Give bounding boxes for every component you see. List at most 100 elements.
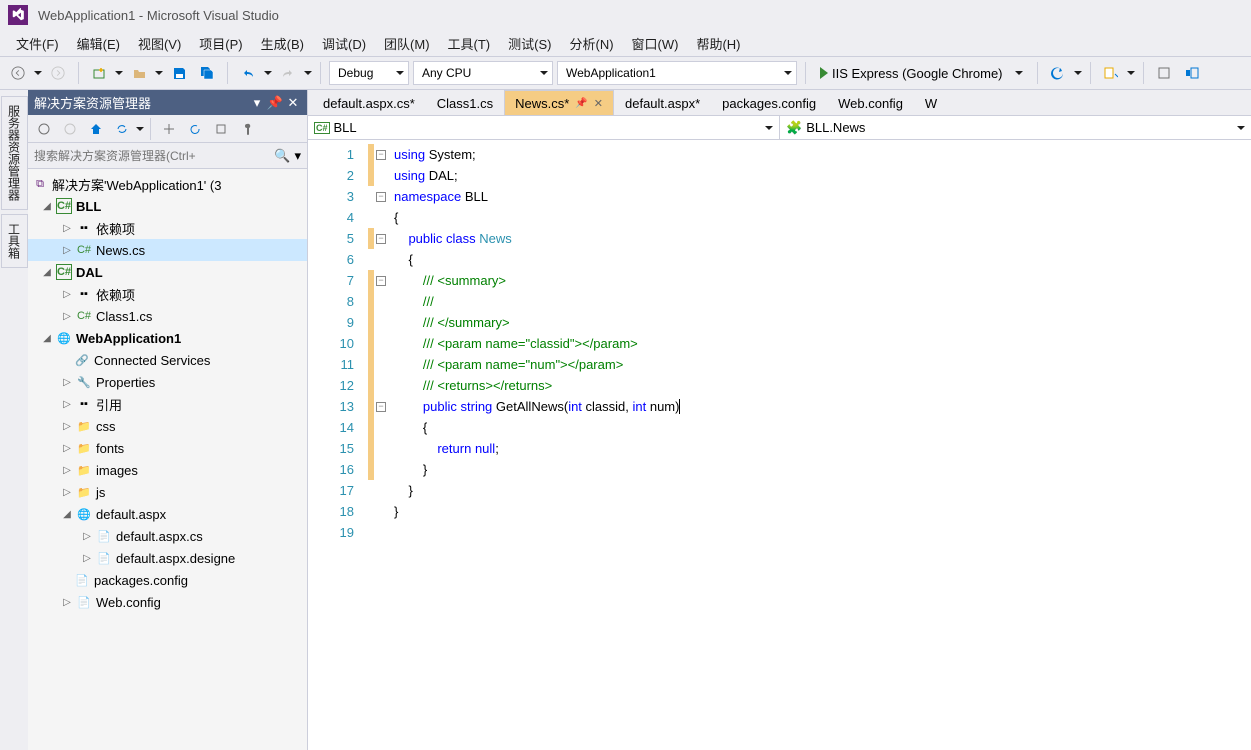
menu-build[interactable]: 生成(B): [253, 30, 312, 57]
expand-icon[interactable]: ▷: [60, 397, 74, 411]
expand-icon[interactable]: ▷: [60, 441, 74, 455]
startup-dropdown[interactable]: WebApplication1: [557, 61, 797, 85]
js-folder[interactable]: ▷📁js: [28, 481, 307, 503]
images-folder[interactable]: ▷📁images: [28, 459, 307, 481]
class1-file[interactable]: ▷C#Class1.cs: [28, 305, 307, 327]
collapse-icon[interactable]: ◢: [40, 265, 54, 279]
chevron-down-icon[interactable]: ▾: [294, 148, 301, 164]
expand-icon[interactable]: ▷: [60, 595, 74, 609]
toolbox-tab[interactable]: 工具箱: [1, 214, 28, 268]
chevron-down-icon[interactable]: [304, 71, 312, 75]
tab-class1[interactable]: Class1.cs: [426, 90, 504, 115]
css-folder[interactable]: ▷📁css: [28, 415, 307, 437]
refresh-icon[interactable]: [183, 117, 207, 141]
fwd-icon[interactable]: [58, 117, 82, 141]
properties-icon[interactable]: [235, 117, 259, 141]
chevron-down-icon[interactable]: [1074, 71, 1082, 75]
menu-analyze[interactable]: 分析(N): [561, 30, 621, 57]
menu-debug[interactable]: 调试(D): [314, 30, 374, 57]
collapse-icon[interactable]: ◢: [40, 199, 54, 213]
ext2-button[interactable]: [1180, 61, 1204, 85]
default-aspx-cs[interactable]: ▷📄default.aspx.cs: [28, 525, 307, 547]
platform-dropdown[interactable]: Any CPU: [413, 61, 553, 85]
tab-overflow[interactable]: W: [914, 90, 948, 115]
expand-icon[interactable]: ▷: [80, 529, 94, 543]
run-button[interactable]: IIS Express (Google Chrome): [814, 61, 1029, 85]
tab-packages[interactable]: packages.config: [711, 90, 827, 115]
search-input[interactable]: [34, 149, 274, 163]
fold-box-icon[interactable]: −: [376, 234, 386, 244]
server-explorer-tab[interactable]: 服务器资源管理器: [1, 96, 28, 210]
webapp-project[interactable]: ◢🌐WebApplication1: [28, 327, 307, 349]
menu-edit[interactable]: 编辑(E): [69, 30, 128, 57]
nav-namespace[interactable]: C#BLL: [308, 116, 780, 139]
expand-icon[interactable]: ▷: [60, 309, 74, 323]
tab-default-aspx[interactable]: default.aspx*: [614, 90, 711, 115]
ext1-button[interactable]: [1152, 61, 1176, 85]
scope-icon[interactable]: [157, 117, 181, 141]
chevron-down-icon[interactable]: [34, 71, 42, 75]
home-icon[interactable]: [84, 117, 108, 141]
nav-back-button[interactable]: [6, 61, 30, 85]
expand-icon[interactable]: ▷: [60, 243, 74, 257]
collapse-icon[interactable]: ◢: [60, 507, 74, 521]
expand-icon[interactable]: ▷: [60, 287, 74, 301]
menu-window[interactable]: 窗口(W): [624, 30, 687, 57]
nav-fwd-button[interactable]: [46, 61, 70, 85]
tab-webconfig[interactable]: Web.config: [827, 90, 914, 115]
chevron-down-icon[interactable]: [264, 71, 272, 75]
tab-default-cs[interactable]: default.aspx.cs*: [312, 90, 426, 115]
dal-project[interactable]: ◢C#DAL: [28, 261, 307, 283]
back-icon[interactable]: [32, 117, 56, 141]
expand-icon[interactable]: ▷: [60, 485, 74, 499]
open-file-button[interactable]: [127, 61, 151, 85]
menu-project[interactable]: 项目(P): [191, 30, 250, 57]
fold-box-icon[interactable]: −: [376, 402, 386, 412]
menu-view[interactable]: 视图(V): [130, 30, 189, 57]
expand-icon[interactable]: ▷: [60, 221, 74, 235]
search-box[interactable]: 🔍 ▾: [28, 143, 307, 169]
close-icon[interactable]: ✕: [285, 95, 301, 111]
pin-icon[interactable]: 📌: [575, 98, 587, 109]
tab-news[interactable]: News.cs*📌✕: [504, 90, 614, 115]
find-in-files-button[interactable]: [1099, 61, 1123, 85]
close-icon[interactable]: ✕: [594, 97, 603, 110]
fold-box-icon[interactable]: −: [376, 192, 386, 202]
new-project-button[interactable]: [87, 61, 111, 85]
chevron-down-icon[interactable]: [155, 71, 163, 75]
pin-icon[interactable]: 📌: [267, 95, 283, 111]
save-button[interactable]: [167, 61, 191, 85]
default-aspx[interactable]: ◢🌐default.aspx: [28, 503, 307, 525]
packages-config[interactable]: 📄packages.config: [28, 569, 307, 591]
menu-test[interactable]: 测试(S): [500, 30, 559, 57]
expand-icon[interactable]: ▷: [80, 551, 94, 565]
menu-file[interactable]: 文件(F): [8, 30, 67, 57]
save-all-button[interactable]: [195, 61, 219, 85]
bll-project[interactable]: ◢C#BLL: [28, 195, 307, 217]
code-editor[interactable]: 12345678910111213141516171819 − − − − − …: [308, 140, 1251, 750]
default-aspx-des[interactable]: ▷📄default.aspx.designe: [28, 547, 307, 569]
sync-icon[interactable]: [110, 117, 134, 141]
bll-deps[interactable]: ▷▪▪依赖项: [28, 217, 307, 239]
config-dropdown[interactable]: Debug: [329, 61, 409, 85]
expand-icon[interactable]: ▷: [60, 419, 74, 433]
fold-box-icon[interactable]: −: [376, 150, 386, 160]
undo-button[interactable]: [236, 61, 260, 85]
collapse-icon[interactable]: ◢: [40, 331, 54, 345]
chevron-down-icon[interactable]: [115, 71, 123, 75]
chevron-down-icon[interactable]: [136, 127, 144, 131]
menu-team[interactable]: 团队(M): [376, 30, 438, 57]
panel-menu-icon[interactable]: ▾: [249, 95, 265, 111]
chevron-down-icon[interactable]: [1127, 71, 1135, 75]
menu-tools[interactable]: 工具(T): [440, 30, 499, 57]
expand-icon[interactable]: ▷: [60, 375, 74, 389]
expand-icon[interactable]: ▷: [60, 463, 74, 477]
menu-help[interactable]: 帮助(H): [688, 30, 748, 57]
dal-deps[interactable]: ▷▪▪依赖项: [28, 283, 307, 305]
nav-class[interactable]: 🧩BLL.News: [780, 116, 1251, 139]
refs-node[interactable]: ▷▪▪引用: [28, 393, 307, 415]
news-file[interactable]: ▷C#News.cs: [28, 239, 307, 261]
solution-node[interactable]: ⧉解决方案'WebApplication1' (3: [28, 173, 307, 195]
code-text[interactable]: using System; using DAL; namespace BLL {…: [388, 140, 1251, 750]
fonts-folder[interactable]: ▷📁fonts: [28, 437, 307, 459]
